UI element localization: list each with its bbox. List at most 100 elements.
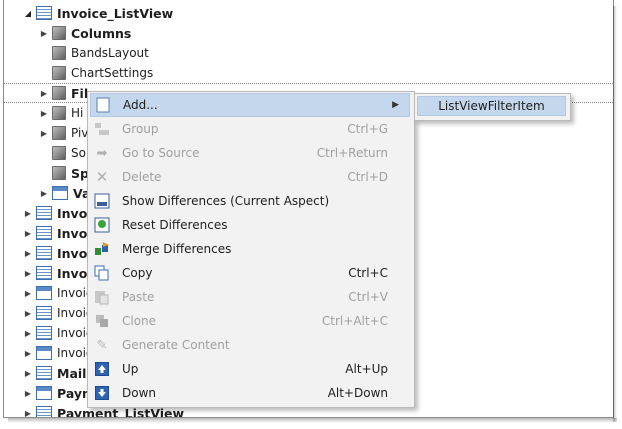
menu-item-label: Clone bbox=[122, 314, 157, 328]
tree-node-label: Fil bbox=[71, 85, 89, 101]
generate-content-icon: ✎ bbox=[96, 337, 108, 353]
menu-item-shortcut: Alt+Up bbox=[345, 362, 388, 376]
clone-icon bbox=[94, 313, 110, 329]
menu-item-add[interactable]: Add... ▶ bbox=[90, 93, 410, 117]
tree-node-label: So bbox=[71, 146, 86, 160]
menu-item-reset-differences[interactable]: Reset Differences bbox=[88, 213, 414, 237]
tree-node-label: BandsLayout bbox=[71, 46, 149, 60]
expand-arrow-icon[interactable]: ▶ bbox=[22, 389, 34, 398]
menu-item-delete[interactable]: ✕ Delete Ctrl+D bbox=[88, 165, 414, 189]
menu-item-shortcut: Ctrl+Alt+C bbox=[321, 314, 388, 328]
menu-item-label: Paste bbox=[122, 290, 155, 304]
list-view-icon bbox=[36, 406, 52, 417]
menu-item-label: Generate Content bbox=[122, 338, 230, 352]
window-shadow bbox=[613, 6, 617, 422]
show-differences-icon bbox=[94, 193, 110, 209]
menu-item-shortcut: Ctrl+C bbox=[348, 266, 388, 280]
submenu-item-label: ListViewFilterItem bbox=[438, 99, 545, 113]
copy-icon bbox=[94, 265, 110, 281]
cube-icon bbox=[52, 46, 66, 60]
delete-icon: ✕ bbox=[95, 168, 109, 186]
context-menu: Add... ▶ Group Ctrl+G ➡ Go to Source Ctr… bbox=[87, 91, 415, 408]
list-view-icon bbox=[36, 306, 52, 320]
expand-arrow-icon[interactable]: ▶ bbox=[22, 409, 34, 418]
menu-item-go-to-source[interactable]: ➡ Go to Source Ctrl+Return bbox=[88, 141, 414, 165]
cube-icon bbox=[52, 26, 66, 40]
add-submenu: ListViewFilterItem bbox=[414, 93, 571, 121]
cube-icon bbox=[52, 126, 66, 140]
expand-arrow-icon[interactable]: ▶ bbox=[22, 309, 34, 318]
expand-arrow-icon[interactable]: ▶ bbox=[38, 89, 50, 98]
tree-node-label: ChartSettings bbox=[71, 66, 154, 80]
detail-view-icon bbox=[36, 286, 52, 300]
expand-arrow-icon[interactable]: ▶ bbox=[22, 249, 34, 258]
paste-icon bbox=[94, 289, 110, 305]
expand-arrow-icon[interactable]: ▶ bbox=[38, 109, 50, 118]
tree-node-bandslayout[interactable]: BandsLayout bbox=[4, 43, 613, 63]
menu-item-group[interactable]: Group Ctrl+G bbox=[88, 117, 414, 141]
list-view-icon bbox=[36, 366, 52, 380]
menu-item-copy[interactable]: Copy Ctrl+C bbox=[88, 261, 414, 285]
cube-icon bbox=[52, 66, 66, 80]
menu-item-down[interactable]: Down Alt+Down bbox=[88, 381, 414, 405]
expand-arrow-icon[interactable]: ▶ bbox=[38, 189, 50, 198]
merge-differences-icon bbox=[94, 241, 110, 257]
tree-node-label: Columns bbox=[71, 25, 132, 41]
detail-view-icon bbox=[36, 386, 52, 400]
cube-icon bbox=[52, 146, 66, 160]
submenu-arrow-icon: ▶ bbox=[392, 100, 399, 110]
menu-item-label: Go to Source bbox=[122, 146, 200, 160]
cube-icon bbox=[52, 166, 66, 180]
view-icon bbox=[52, 186, 68, 200]
menu-item-label: Up bbox=[122, 362, 139, 376]
list-view-icon bbox=[36, 206, 52, 220]
menu-item-shortcut: Ctrl+D bbox=[347, 170, 388, 184]
menu-item-generate-content[interactable]: ✎ Generate Content bbox=[88, 333, 414, 357]
menu-item-show-differences[interactable]: Show Differences (Current Aspect) bbox=[88, 189, 414, 213]
cube-icon bbox=[52, 106, 66, 120]
reset-differences-icon bbox=[94, 217, 110, 233]
menu-item-label: Merge Differences bbox=[122, 242, 232, 256]
down-icon bbox=[94, 385, 110, 401]
expand-arrow-icon[interactable]: ▶ bbox=[22, 229, 34, 238]
menu-item-up[interactable]: Up Alt+Up bbox=[88, 357, 414, 381]
collapse-arrow-icon[interactable]: ◢ bbox=[22, 9, 34, 18]
menu-item-label: Down bbox=[122, 386, 157, 400]
expand-arrow-icon[interactable]: ▶ bbox=[22, 289, 34, 298]
cube-icon bbox=[52, 86, 66, 100]
list-view-icon bbox=[36, 266, 52, 280]
menu-item-label: Show Differences (Current Aspect) bbox=[122, 194, 330, 208]
menu-item-merge-differences[interactable]: Merge Differences bbox=[88, 237, 414, 261]
list-view-icon bbox=[36, 226, 52, 240]
expand-arrow-icon[interactable]: ▶ bbox=[22, 349, 34, 358]
menu-item-label: Reset Differences bbox=[122, 218, 228, 232]
expand-arrow-icon[interactable]: ▶ bbox=[22, 209, 34, 218]
tree-node-chartsettings[interactable]: ChartSettings bbox=[4, 63, 613, 83]
tree-node-label: Hi bbox=[71, 106, 84, 120]
add-icon bbox=[95, 97, 111, 113]
list-view-icon bbox=[36, 326, 52, 340]
tree-node-columns[interactable]: ▶ Columns bbox=[4, 23, 613, 43]
menu-item-shortcut: Ctrl+Return bbox=[316, 146, 388, 160]
menu-item-paste[interactable]: Paste Ctrl+V bbox=[88, 285, 414, 309]
tree-node-invoice-listview[interactable]: ◢ Invoice_ListView bbox=[4, 3, 613, 23]
menu-item-shortcut: Ctrl+V bbox=[348, 290, 388, 304]
group-icon bbox=[94, 121, 110, 137]
up-icon bbox=[94, 361, 110, 377]
submenu-item-listviewfilteritem[interactable]: ListViewFilterItem bbox=[417, 96, 566, 116]
expand-arrow-icon[interactable]: ▶ bbox=[22, 329, 34, 338]
window-shadow bbox=[8, 418, 617, 423]
expand-arrow-icon[interactable]: ▶ bbox=[22, 269, 34, 278]
expand-arrow-icon[interactable]: ▶ bbox=[22, 369, 34, 378]
menu-item-shortcut: Alt+Down bbox=[327, 386, 388, 400]
menu-item-label: Delete bbox=[122, 170, 162, 184]
menu-item-label: Copy bbox=[122, 266, 153, 280]
detail-view-icon bbox=[36, 346, 52, 360]
expand-arrow-icon[interactable]: ▶ bbox=[38, 129, 50, 138]
go-to-source-icon: ➡ bbox=[96, 145, 108, 161]
menu-item-clone[interactable]: Clone Ctrl+Alt+C bbox=[88, 309, 414, 333]
tree-node-label: Piv bbox=[71, 126, 89, 140]
expand-arrow-icon[interactable]: ▶ bbox=[38, 29, 50, 38]
list-view-icon bbox=[36, 6, 52, 20]
menu-item-label: Add... bbox=[123, 98, 158, 112]
